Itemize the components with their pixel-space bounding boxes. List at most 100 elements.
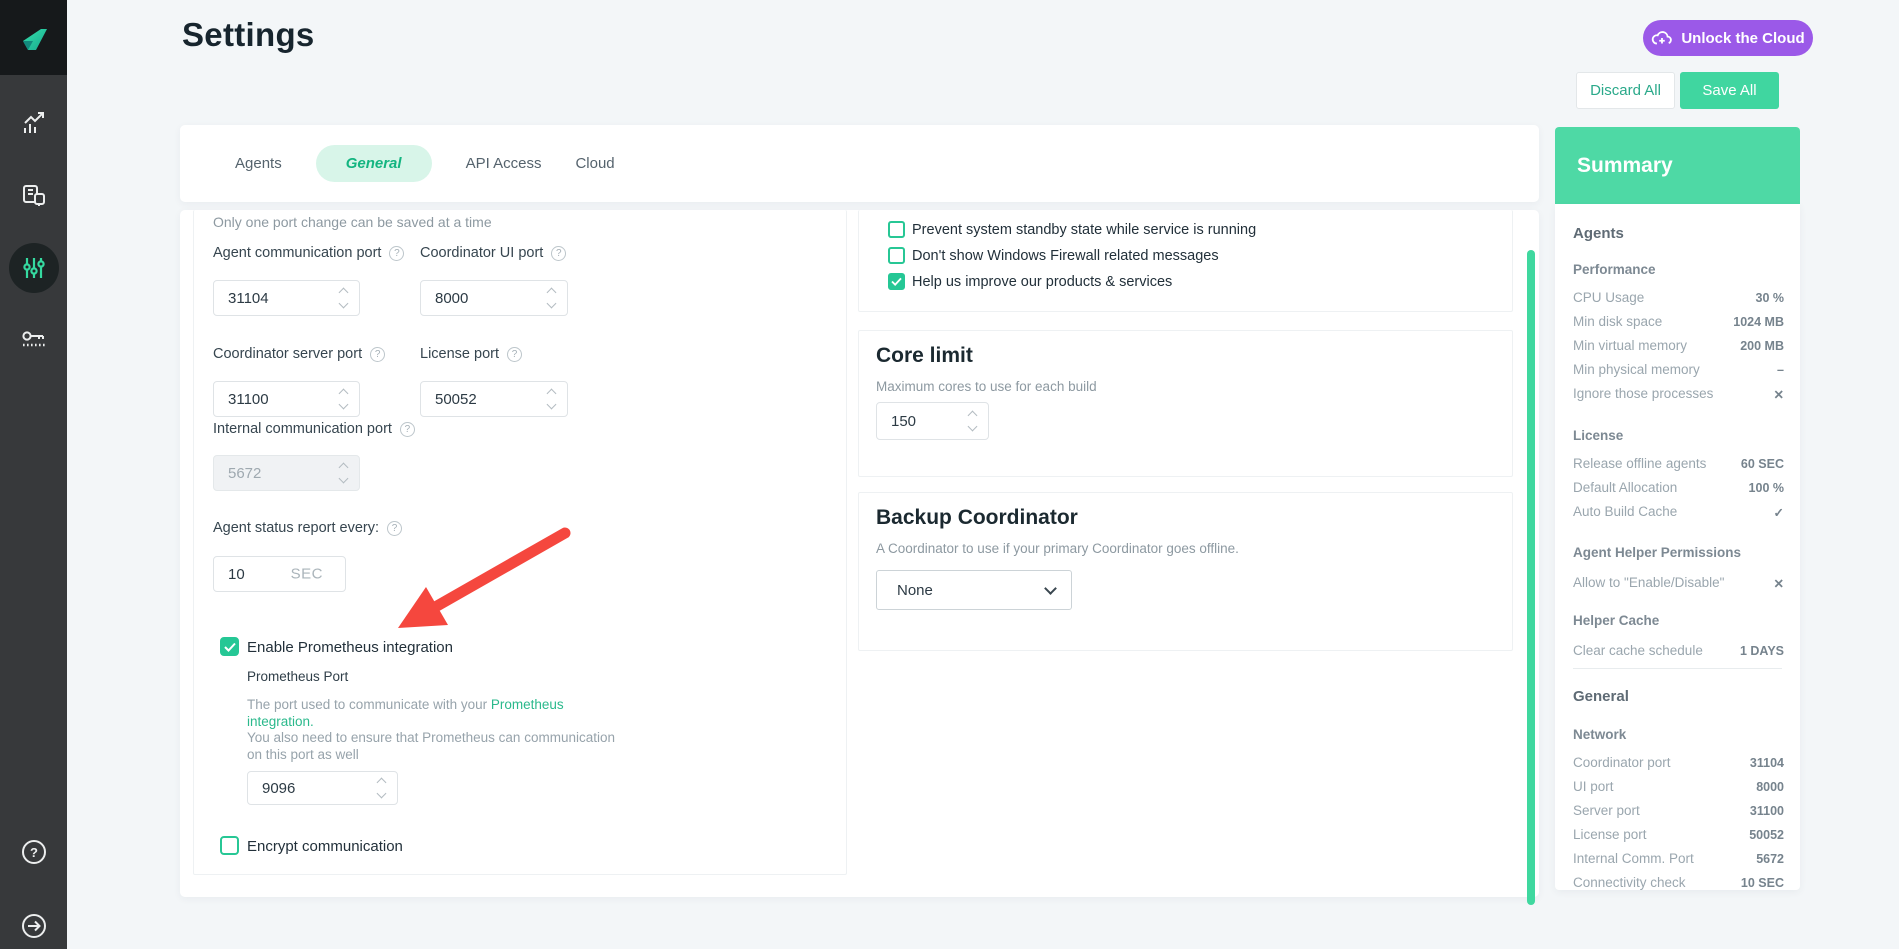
settings-tab-bar: Agents General API Access Cloud [180,125,1539,202]
sidebar-item-license[interactable] [0,326,67,356]
sidebar-item-analytics[interactable] [0,108,67,138]
chevron-down-icon [1044,582,1057,595]
incredibuild-logo-icon [16,20,52,56]
summary-row-value: ✕ [1774,387,1784,402]
license-port-label: License port ? [420,346,522,362]
stepper-arrows[interactable] [548,390,555,408]
summary-row-value: 31104 [1750,756,1784,770]
save-all-button[interactable]: Save All [1680,72,1779,109]
summary-header: Summary [1555,127,1800,204]
sidebar-item-agents[interactable] [0,180,67,210]
prometheus-port-input[interactable]: 9096 [247,771,398,805]
encrypt-checkbox-label: Encrypt communication [247,838,403,855]
tab-agents[interactable]: Agents [235,155,282,172]
summary-row-label: UI port [1573,779,1614,794]
summary-row-label: Connectivity check [1573,875,1686,890]
summary-network-title: Network [1573,727,1626,742]
save-all-label: Save All [1702,82,1756,99]
summary-license-title: License [1573,428,1623,443]
stepper-arrows [340,464,347,482]
core-limit-input[interactable]: 150 [876,402,989,440]
summary-row-value: 200 MB [1740,339,1784,353]
port-change-notice: Only one port change can be saved at a t… [213,214,492,230]
stepper-arrows[interactable] [548,289,555,307]
backup-coordinator-title: Backup Coordinator [876,506,1078,530]
backup-coordinator-select[interactable]: None [876,570,1072,610]
ui-port-input[interactable]: 8000 [420,280,568,316]
stepper-arrows[interactable] [969,412,976,430]
server-port-input[interactable]: 31100 [213,381,360,417]
summary-row-value: 30 % [1756,291,1785,305]
internal-port-input-disabled: 5672 [213,455,360,491]
firewall-checkbox[interactable] [888,247,905,264]
summary-row-label: Internal Comm. Port [1573,851,1694,866]
agent-port-label: Agent communication port ? [213,245,404,261]
summary-performance-title: Performance [1573,262,1656,277]
prometheus-port-title: Prometheus Port [247,669,348,684]
summary-row-value: – [1777,363,1784,377]
logout-arrow-icon [20,912,48,940]
summary-row-value: ✓ [1774,505,1784,520]
tab-general-active[interactable]: General [316,145,432,182]
help-tooltip-icon[interactable]: ? [507,347,522,362]
summary-row-value: 1 DAYS [1740,644,1784,658]
unlock-cloud-label: Unlock the Cloud [1681,30,1804,47]
settings-sliders-icon [20,254,48,282]
help-tooltip-icon[interactable]: ? [400,422,415,437]
help-tooltip-icon[interactable]: ? [551,246,566,261]
stepper-arrows[interactable] [378,779,385,797]
firewall-checkbox-label: Don't show Windows Firewall related mess… [912,248,1219,264]
summary-row-value: 100 % [1749,481,1784,495]
summary-row-value: 10 SEC [1741,876,1784,890]
sidebar-item-settings-active[interactable] [9,243,59,293]
backup-coordinator-selected-value: None [897,582,933,599]
svg-text:?: ? [30,845,38,860]
prometheus-checkbox[interactable] [220,637,239,656]
summary-row-label: Min virtual memory [1573,338,1687,353]
page-title: Settings [182,16,315,54]
agents-icon [19,180,49,210]
summary-row-value: 1024 MB [1733,315,1784,329]
sidebar-item-help[interactable]: ? [0,838,67,866]
summary-row-value: ✕ [1774,576,1784,591]
summary-row-value: 50052 [1749,828,1784,842]
prometheus-description: The port used to communicate with your P… [247,697,627,763]
analytics-icon [19,108,49,138]
summary-row-label: Allow to "Enable/Disable" [1573,575,1724,590]
summary-row-label: Clear cache schedule [1573,643,1703,658]
summary-title: Summary [1577,154,1673,178]
standby-checkbox[interactable] [888,221,905,238]
app-logo[interactable] [0,0,67,75]
standby-checkbox-label: Prevent system standby state while servi… [912,222,1256,238]
seconds-unit: SEC [291,566,323,583]
summary-row-label: Server port [1573,803,1640,818]
content-scrollbar[interactable] [1527,250,1535,905]
help-tooltip-icon[interactable]: ? [370,347,385,362]
unlock-cloud-button[interactable]: Unlock the Cloud [1643,20,1813,56]
help-tooltip-icon[interactable]: ? [389,246,404,261]
stepper-arrows[interactable] [340,289,347,307]
summary-row-label: Auto Build Cache [1573,504,1677,519]
tab-api-access[interactable]: API Access [466,155,542,172]
summary-general-heading: General [1573,688,1629,705]
summary-helper-permissions-title: Agent Helper Permissions [1573,545,1741,560]
core-limit-title: Core limit [876,344,973,368]
improve-checkbox[interactable] [888,273,905,290]
summary-row-label: Min physical memory [1573,362,1700,377]
agent-port-input[interactable]: 31104 [213,280,360,316]
sidebar-item-logout[interactable] [0,912,67,940]
summary-body: Agents Performance CPU Usage 30 % Min di… [1555,204,1800,890]
encrypt-checkbox[interactable] [220,836,239,855]
internal-port-label: Internal communication port ? [213,421,415,437]
stepper-arrows[interactable] [340,390,347,408]
tab-cloud[interactable]: Cloud [575,155,614,172]
status-report-label: Agent status report every: ? [213,520,402,536]
check-icon [224,642,236,652]
summary-row-value: 60 SEC [1741,457,1784,471]
discard-all-button[interactable]: Discard All [1576,72,1675,109]
sidebar: ? [0,0,67,949]
core-limit-subtitle: Maximum cores to use for each build [876,379,1097,394]
red-annotation-arrow [385,520,580,635]
status-report-input[interactable]: 10 SEC [213,556,346,592]
license-port-input[interactable]: 50052 [420,381,568,417]
